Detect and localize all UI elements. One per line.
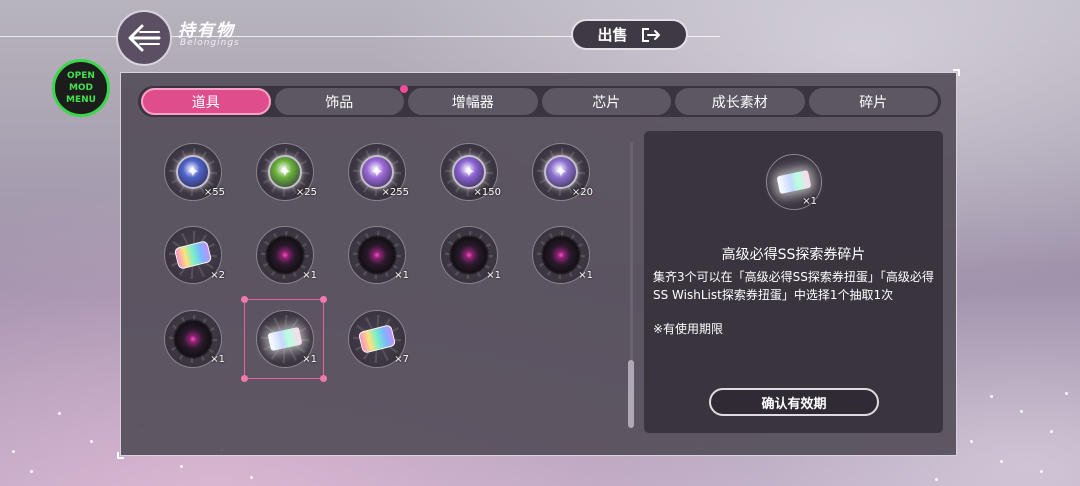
tab-accessories[interactable]: 饰品 [274,85,408,115]
selection-corner [320,375,327,382]
mod-menu-button[interactable]: OPEN MOD MENU [52,59,110,117]
sparkle [970,440,973,443]
shadow-orb-icon [449,235,489,275]
detail-title: 高级必得SS探索券碎片 [721,247,866,263]
shadow-orb-icon [357,235,397,275]
sparkle [180,465,183,468]
panel-corner-bottom-left [117,452,124,459]
tab-chips-label: 芯片 [592,94,621,111]
sparkle [12,450,15,453]
sparkle [250,476,253,479]
item-slot[interactable]: ×55 [164,143,225,201]
tab-accessories-label: 饰品 [325,94,354,111]
selection-corner [320,296,327,303]
item-slot[interactable]: ×7 [348,310,409,368]
shadow-orb-icon [541,235,581,275]
confirm-expiry-button[interactable]: 确认有效期 [709,388,879,416]
notification-dot [400,85,408,93]
item-slot[interactable]: ×1 [164,310,225,368]
sparkle [90,440,93,443]
item-count: ×2 [210,270,225,281]
sparkle [58,412,61,415]
sell-button[interactable]: 出售 [571,19,688,50]
sparkle [1050,430,1053,433]
shadow-orb-icon [265,235,305,275]
sell-button-label: 出售 [597,26,628,44]
sparkle [990,395,993,398]
item-count: ×150 [473,187,501,198]
item-count: ×20 [571,187,593,198]
item-slot[interactable]: ×2 [164,226,225,284]
mod-menu-line1: OPEN [67,71,95,81]
item-count: ×7 [394,354,409,365]
mod-menu-line2: MOD MENU [66,83,96,105]
sparkle [30,470,33,473]
sparkle [1000,460,1003,463]
purple-gem-icon [360,155,394,189]
arrow-left-icon [128,24,161,52]
sparkle [1065,392,1068,395]
item-count: ×1 [394,270,409,281]
selection-frame [241,296,327,382]
category-tabs: 道具 饰品 增幅器 芯片 成长素材 碎片 [138,85,941,117]
item-slot[interactable]: ×150 [440,143,501,201]
ticket-fragment-icon [776,169,812,195]
rainbow-puzzle-icon [357,324,397,354]
tab-fragments-label: 碎片 [859,94,888,111]
item-slot[interactable]: ×255 [348,143,409,201]
item-count: ×1 [486,270,501,281]
tab-amplifiers-label: 增幅器 [451,94,494,111]
panel-corner-top-right [953,69,960,76]
tab-items[interactable]: 道具 [141,88,271,115]
item-slot[interactable]: ×1 [440,226,501,284]
item-count: ×1 [578,270,593,281]
detail-note: ※有使用期限 [653,322,724,336]
item-slot[interactable]: ×1 [532,226,593,284]
tab-amplifiers[interactable]: 增幅器 [408,88,538,115]
rainbow-puzzle-icon [173,240,213,270]
sparkle [935,478,938,481]
detail-item-count: ×1 [802,196,817,207]
green-gem-icon [268,155,302,189]
tab-growth-materials-label: 成长素材 [711,94,768,111]
selection-corner [241,375,248,382]
item-count: ×1 [210,354,225,365]
exit-icon [641,27,660,42]
item-slot[interactable]: ×25 [256,143,317,201]
item-count: ×25 [295,187,317,198]
violet-gem-icon [452,155,486,189]
tab-fragments[interactable]: 碎片 [808,88,938,115]
tab-chips[interactable]: 芯片 [541,88,671,115]
selection-corner [241,296,248,303]
blue-gem-icon [176,155,210,189]
sparkle [1040,470,1043,473]
back-button[interactable] [116,10,172,66]
detail-description: 集齐3个可以在「高级必得SS探索券扭蛋」「高级必得SS WishList探索券扭… [653,270,934,302]
item-count: ×55 [203,187,225,198]
item-count: ×1 [302,270,317,281]
page-subtitle: Belongings [180,38,240,48]
shadow-orb-icon [173,319,213,359]
scrollbar-thumb[interactable] [628,360,634,428]
item-slot[interactable]: ×1 [348,226,409,284]
item-slot[interactable]: ×20 [532,143,593,201]
confirm-expiry-label: 确认有效期 [761,396,827,412]
tab-items-label: 道具 [191,94,220,111]
tab-growth-materials[interactable]: 成长素材 [675,88,805,115]
lilac-gem-icon [544,155,578,189]
item-count: ×255 [381,187,409,198]
item-slot[interactable]: ×1 [256,226,317,284]
detail-item-slot: ×1 [766,154,822,210]
sparkle [1020,410,1023,413]
